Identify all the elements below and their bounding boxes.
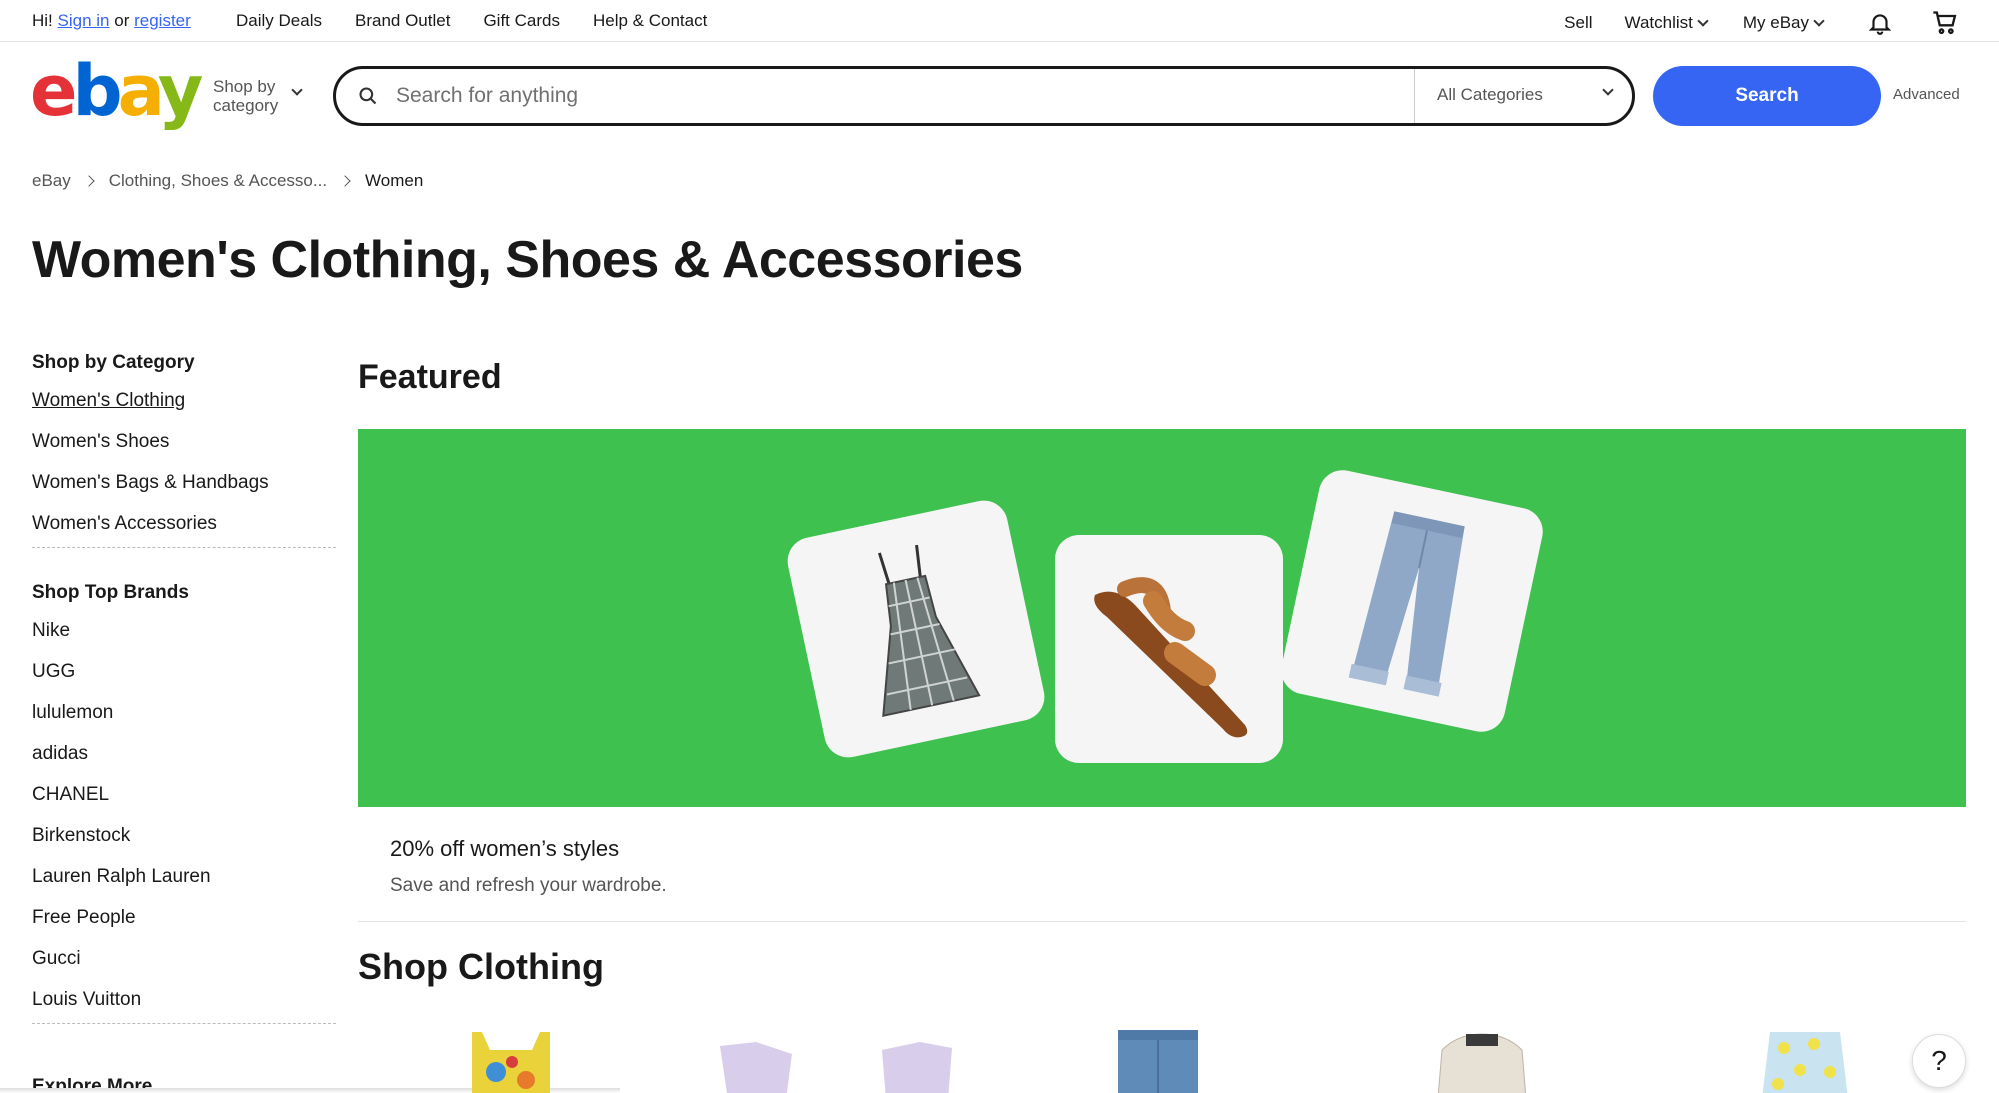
shop-by-category-heading: Shop by Category — [32, 352, 195, 373]
search-bar: All Categories — [333, 66, 1635, 126]
brand-item-lululemon[interactable]: lululemon — [32, 702, 336, 743]
shop-by-line2: category — [213, 96, 279, 115]
top-utility-bar: Hi! Sign in or register Daily Deals Bran… — [0, 0, 1999, 42]
featured-banner[interactable] — [358, 429, 1966, 807]
sidebar: Shop by Category Women's Clothing Women'… — [32, 352, 336, 1058]
my-ebay-menu[interactable]: My eBay — [1742, 13, 1825, 33]
my-ebay-label: My eBay — [1742, 13, 1809, 32]
brand-item-lauren-ralph-lauren[interactable]: Lauren Ralph Lauren — [32, 866, 336, 907]
category-select[interactable]: All Categories — [1414, 69, 1632, 123]
greeting-area: Hi! Sign in or register — [32, 11, 191, 31]
brand-item-louis-vuitton[interactable]: Louis Vuitton — [32, 989, 336, 1023]
breadcrumb: eBay Clothing, Shoes & Accesso... Women — [32, 171, 423, 191]
top-links: Daily Deals Brand Outlet Gift Cards Help… — [236, 11, 707, 31]
featured-heading: Featured — [358, 358, 502, 396]
sidebar-item-womens-accessories[interactable]: Women's Accessories — [32, 513, 336, 547]
trench-coat-image — [1437, 1033, 1527, 1093]
print-skirt-image — [1762, 1032, 1848, 1093]
clothing-thumb-skirt[interactable] — [1760, 1032, 1850, 1093]
sell-label: Sell — [1564, 13, 1593, 32]
daily-deals-link[interactable]: Daily Deals — [236, 11, 322, 31]
brand-item-free-people[interactable]: Free People — [32, 907, 336, 948]
lavender-top-image — [720, 1042, 792, 1093]
clothing-thumb-top[interactable] — [466, 1028, 556, 1093]
help-button[interactable]: ? — [1912, 1034, 1966, 1088]
breadcrumb-women: Women — [365, 171, 424, 190]
lavender-top-image — [882, 1042, 952, 1093]
chevron-down-icon — [291, 84, 303, 96]
promo-divider — [358, 921, 1966, 922]
clothing-thumb-lavender-2[interactable] — [876, 1040, 956, 1093]
shop-by-line1: Shop by — [213, 77, 276, 96]
shop-top-brands-heading: Shop Top Brands — [32, 582, 189, 603]
promo-title[interactable]: 20% off women’s styles — [390, 836, 619, 862]
brand-item-ugg[interactable]: UGG — [32, 661, 336, 702]
chevron-down-icon — [1697, 14, 1709, 27]
chevron-down-icon — [1813, 14, 1825, 27]
breadcrumb-clothing[interactable]: Clothing, Shoes & Accesso... — [109, 171, 327, 191]
sidebar-item-womens-clothing[interactable]: Women's Clothing — [32, 390, 336, 431]
brand-list: Nike UGG lululemon adidas CHANEL Birkens… — [32, 620, 336, 1023]
help-contact-link[interactable]: Help & Contact — [593, 11, 707, 31]
watchlist-label: Watchlist — [1624, 13, 1693, 32]
search-input[interactable] — [396, 79, 1396, 113]
register-link[interactable]: register — [134, 11, 191, 31]
top-right-menu: Sell Watchlist My eBay — [1564, 9, 1959, 37]
notification-bell-icon[interactable] — [1867, 10, 1893, 36]
brand-outlet-link[interactable]: Brand Outlet — [355, 11, 450, 31]
cart-icon[interactable] — [1931, 9, 1959, 37]
category-list: Women's Clothing Women's Shoes Women's B… — [32, 390, 336, 547]
page-title: Women's Clothing, Shoes & Accessories — [32, 231, 1023, 289]
clothing-thumb-lavender-1[interactable] — [716, 1040, 796, 1093]
jeans-tile — [1276, 465, 1548, 737]
sidebar-divider — [32, 547, 336, 548]
chevron-right-icon — [83, 175, 95, 187]
chevron-right-icon — [339, 175, 351, 187]
dress-image — [877, 544, 981, 717]
search-icon — [359, 87, 377, 105]
promo-subtitle: Save and refresh your wardrobe. — [390, 875, 667, 896]
dress-tile — [783, 496, 1049, 762]
shop-by-category-button[interactable]: Shop by category — [213, 77, 278, 115]
sidebar-item-womens-shoes[interactable]: Women's Shoes — [32, 431, 336, 472]
brand-item-nike[interactable]: Nike — [32, 620, 336, 661]
clothing-thumb-jeans[interactable] — [1116, 1030, 1200, 1093]
sell-link[interactable]: Sell — [1564, 13, 1592, 33]
brand-item-chanel[interactable]: CHANEL — [32, 784, 336, 825]
sandal-tile — [1055, 535, 1283, 763]
sandal-image — [1094, 577, 1248, 738]
greeting-text: Hi! — [32, 11, 53, 30]
category-select-value: All Categories — [1437, 85, 1543, 104]
chevron-down-icon — [1602, 84, 1614, 96]
ebay-logo[interactable]: ebay — [30, 56, 203, 126]
brand-item-adidas[interactable]: adidas — [32, 743, 336, 784]
floral-top-image — [472, 1032, 550, 1093]
gift-cards-link[interactable]: Gift Cards — [483, 11, 560, 31]
shop-clothing-heading: Shop Clothing — [358, 946, 604, 987]
brand-item-gucci[interactable]: Gucci — [32, 948, 336, 989]
search-button[interactable]: Search — [1653, 66, 1881, 126]
sign-in-link[interactable]: Sign in — [58, 11, 110, 31]
brand-item-birkenstock[interactable]: Birkenstock — [32, 825, 336, 866]
watchlist-menu[interactable]: Watchlist — [1624, 13, 1709, 33]
clothing-thumb-coat[interactable] — [1408, 1030, 1556, 1093]
advanced-search-link[interactable]: Advanced — [1893, 86, 1960, 103]
or-text: or — [114, 11, 130, 30]
jeans-image — [1348, 511, 1465, 697]
sidebar-item-womens-bags[interactable]: Women's Bags & Handbags — [32, 472, 336, 513]
denim-image — [1118, 1030, 1198, 1093]
sidebar-divider — [32, 1023, 336, 1024]
breadcrumb-ebay[interactable]: eBay — [32, 171, 71, 191]
